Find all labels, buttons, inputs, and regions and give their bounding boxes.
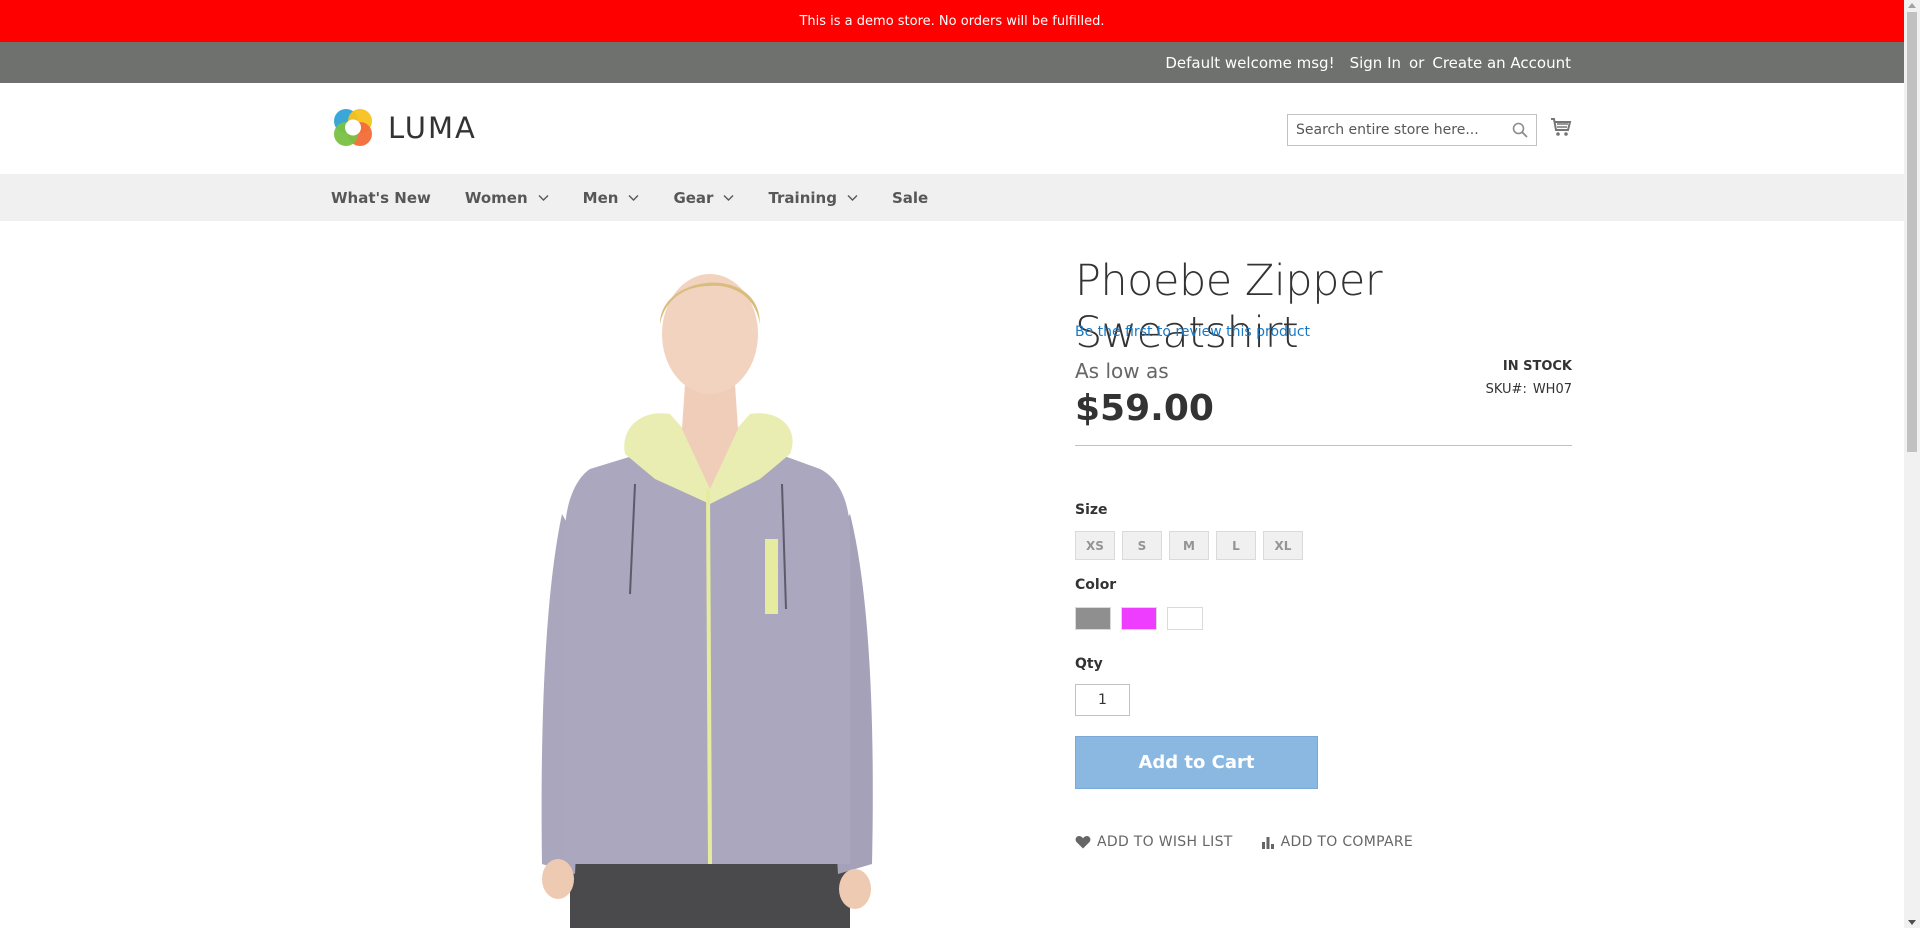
nav-item-training[interactable]: Training <box>768 188 858 207</box>
nav-item-men[interactable]: Men <box>583 189 640 207</box>
top-header-bar: Default welcome msg! Sign In or Create a… <box>0 42 1904 83</box>
stock-status: In stock <box>1502 359 1572 374</box>
nav-item-label: Sale <box>891 188 929 207</box>
sign-in-link[interactable]: Sign In <box>1350 54 1401 72</box>
add-to-wish-list-link[interactable]: Add to Wish List <box>1075 834 1233 850</box>
product-price: $59.00 <box>1075 388 1214 429</box>
color-label: Color <box>1075 577 1117 593</box>
product-sku: SKU#: WH07 <box>1486 382 1572 397</box>
nav-item-sale[interactable]: Sale <box>892 189 928 207</box>
nav-item-label: What's New <box>331 188 431 207</box>
header-links: Default welcome msg! Sign In or Create a… <box>1165 42 1571 83</box>
product-title: Phoebe Zipper Sweatshirt <box>1075 256 1383 358</box>
size-swatch-l[interactable]: L <box>1216 531 1256 560</box>
search-box <box>1287 114 1537 146</box>
nav-item-label: Women <box>464 188 528 207</box>
header-content: LUMA <box>0 83 1904 174</box>
welcome-message: Default welcome msg! <box>1165 53 1335 72</box>
add-to-compare-link[interactable]: Add to Compare <box>1261 834 1413 850</box>
or-separator: or <box>1409 53 1425 72</box>
product-image[interactable] <box>520 264 890 928</box>
scroll-thumb[interactable] <box>1907 12 1917 452</box>
compare-bars-icon <box>1261 837 1274 849</box>
color-swatch-gray[interactable] <box>1075 607 1111 630</box>
nav-item-gear[interactable]: Gear <box>673 189 734 207</box>
chevron-down-icon <box>538 195 549 201</box>
size-label: Size <box>1075 502 1108 518</box>
wish-list-label: Add to Wish List <box>1097 834 1233 850</box>
review-link[interactable]: Be the first to review this product <box>1075 324 1310 340</box>
shopping-cart-icon[interactable] <box>1550 116 1572 138</box>
nav-items: What's New Women Men Gear Training Sale <box>331 174 962 221</box>
luma-logo-icon <box>334 109 372 146</box>
compare-label: Add to Compare <box>1280 834 1414 850</box>
qty-input[interactable] <box>1075 684 1130 716</box>
demo-notice-text: This is a demo store. No orders will be … <box>799 13 1105 29</box>
size-swatch-m[interactable]: M <box>1169 531 1209 560</box>
size-swatch-s[interactable]: S <box>1122 531 1162 560</box>
size-swatches: XS S M L XL <box>1075 531 1303 560</box>
add-to-cart-button[interactable]: Add to Cart <box>1075 736 1318 789</box>
divider <box>1075 445 1572 446</box>
nav-item-label: Men <box>582 188 619 207</box>
nav-item-label: Gear <box>673 188 714 207</box>
chevron-down-icon <box>847 195 858 201</box>
search-icon[interactable] <box>1512 122 1528 138</box>
create-account-link[interactable]: Create an Account <box>1432 54 1571 72</box>
search-input[interactable] <box>1288 115 1498 145</box>
color-swatches <box>1075 607 1203 630</box>
nav-item-whats-new[interactable]: What's New <box>331 189 431 207</box>
color-swatch-pink[interactable] <box>1121 607 1157 630</box>
nav-item-women[interactable]: Women <box>465 189 549 207</box>
qty-label: Qty <box>1075 656 1103 672</box>
sku-value: WH07 <box>1532 382 1572 397</box>
product-info: Phoebe Zipper Sweatshirt Be the first to… <box>1075 256 1572 850</box>
scroll-up-arrow-icon[interactable] <box>1908 3 1916 8</box>
size-swatch-xl[interactable]: XL <box>1263 531 1303 560</box>
page-scrollbar[interactable] <box>1904 0 1920 928</box>
main-navigation: What's New Women Men Gear Training Sale <box>0 174 1904 221</box>
size-swatch-xs[interactable]: XS <box>1075 531 1115 560</box>
color-swatch-white[interactable] <box>1167 607 1203 630</box>
scroll-down-arrow-icon[interactable] <box>1908 920 1916 925</box>
price-label: As low as <box>1075 359 1169 383</box>
chevron-down-icon <box>723 195 734 201</box>
logo-text: LUMA <box>388 110 477 145</box>
luma-logo[interactable]: LUMA <box>331 105 477 150</box>
chevron-down-icon <box>628 195 639 201</box>
product-actions: Add to Wish List Add to Compare <box>1075 834 1441 850</box>
nav-item-label: Training <box>768 188 837 207</box>
heart-icon <box>1075 836 1091 849</box>
demo-store-notice: This is a demo store. No orders will be … <box>0 0 1904 42</box>
sku-label: SKU#: <box>1485 382 1527 397</box>
